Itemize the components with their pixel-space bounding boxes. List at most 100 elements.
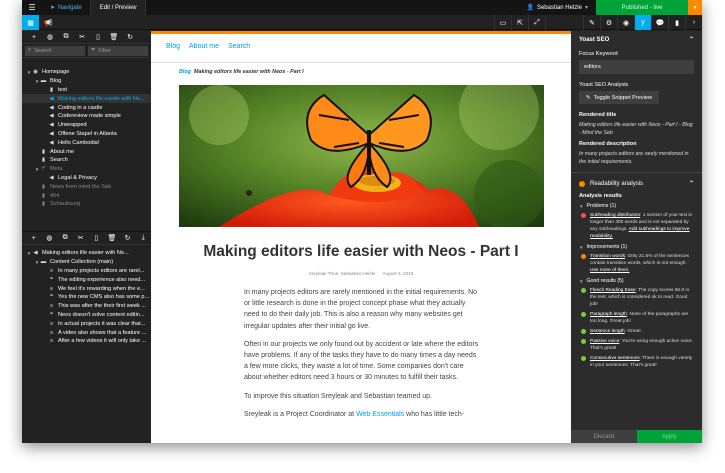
nav-link-about[interactable]: About me [189,43,219,50]
tree-node[interactable]: ❝ The editing experience also need... [22,275,151,284]
nav-link-search[interactable]: Search [228,43,250,50]
tree-node[interactable]: ≡ A video also shows that a feature ... [22,328,151,337]
paragraph[interactable]: In many projects editors are rarely ment… [244,287,480,332]
consecutive-sentences-link[interactable]: Consecutive sentences [590,356,640,361]
apply-button[interactable]: Apply [636,430,702,443]
tree-node[interactable]: ▮ News from mind the Seb [22,182,151,191]
analysis-item-improvement: Transition words: Only 21.6% of the sent… [571,253,702,274]
copy-icon[interactable]: ⧉ [58,33,74,41]
filter-select[interactable]: ⏷ Filter [88,45,148,56]
fullscreen-button[interactable]: ⤢ [528,15,545,30]
tree-node[interactable]: ▼ ◉ Homepage [22,68,151,77]
tree-node[interactable]: ◀ Codereview made simple [22,112,151,121]
tree-node[interactable]: ◀ Making editors life easier with Ne... [22,94,151,104]
sentence-length-link[interactable]: Sentence length [590,329,625,334]
paragraph[interactable]: To improve this situation Sreyleak and S… [244,391,480,402]
plus-icon[interactable]: + [26,34,42,41]
structure-tree-toggle[interactable]: ▦ [22,15,39,30]
tree-node[interactable]: ◀ Unwrapped [22,121,151,130]
tree-node[interactable]: ▮ 404 [22,191,151,200]
passive-voice-link[interactable]: Passive voice [590,339,619,344]
flesch-link[interactable]: Flesch Reading Ease [590,288,636,293]
hide-icon[interactable]: ◍ [42,33,58,41]
search-input[interactable]: ⌕ Search [25,45,85,56]
trash-icon[interactable]: 🗑 [104,234,120,242]
publish-button[interactable]: Published - live [596,0,688,15]
tree-node[interactable]: ▼ ↱ Meta [22,165,151,174]
hamburger-icon[interactable]: ☰ [22,0,42,15]
paste-icon[interactable]: ▯ [89,234,105,242]
content-tree-toggle[interactable]: 📢 [40,15,57,30]
tree-node[interactable]: ▮ Search [22,156,151,165]
article-body[interactable]: In many projects editors are rarely ment… [244,287,480,427]
tree-node[interactable]: ◀ Offene Stapel in Atlanta [22,130,151,139]
yoast-section-header[interactable]: Yoast SEO ⌃ [571,33,702,46]
tree-node-label: This was after the their first week ... [58,303,146,310]
navigate-button[interactable]: ➤ Navigate [42,0,90,15]
paragraph-text: Sreyleak is a Project Coordinator at [244,410,357,418]
discard-button[interactable]: Discard [571,430,637,443]
tree-node[interactable]: ▼ ▬ Content Collection (main) [22,258,151,267]
paste-icon[interactable]: ▯ [90,33,106,41]
focus-keyword-input[interactable]: editors [579,60,694,74]
tree-node[interactable]: ▼ ▬ Blog [22,77,151,86]
readability-header[interactable]: Readability analysis ⌃ [571,177,702,190]
refresh-icon[interactable]: ↻ [120,234,136,242]
tree-node[interactable]: ◀ Coding in a castle [22,103,151,112]
publish-dropdown-toggle[interactable]: ▾ [688,0,702,15]
paragraph[interactable]: Sreyleak is a Project Coordinator at Web… [244,409,480,420]
tree-node[interactable]: ▼ ◀ Making editors life easier with Ne... [22,249,151,258]
plus-icon[interactable]: + [26,235,42,242]
pencil-button[interactable]: ✎ [583,15,600,30]
rendered-title-value: Making editors life easier with Neos - P… [579,122,693,136]
edit-preview-button[interactable]: Edit / Preview [89,0,147,15]
collapse-inspector-button[interactable]: › [685,15,702,30]
refresh-icon[interactable]: ↻ [122,33,138,41]
tree-node-label: test [58,86,68,93]
user-menu[interactable]: 👤 Sebastian Helzle ▾ [526,4,596,12]
tree-node[interactable]: ❝ Yes the new CMS also has some p... [22,293,151,302]
subheading-link[interactable]: Subheading distribution [590,213,640,218]
analysis-label: Yoast SEO Analysis [579,82,629,88]
fix-link[interactable]: Use more of them. [590,268,629,273]
open-external-button[interactable]: ⇱ [511,15,528,30]
tree-node[interactable]: ≡ We feel it's rewarding when the e... [22,284,151,293]
secondary-toolbar: ▦ 📢 ▭ ⇱ ⤢ ✎ ⚙ ◉ y 💬 ▮ › [22,15,702,30]
article-title[interactable]: Making editors life easier with Neos - P… [151,243,571,261]
collapse-icon[interactable]: ⤓ [135,234,151,242]
edit-mode-button[interactable]: ▭ [494,15,511,30]
paragraph[interactable]: Often in our projects we only found out … [244,339,480,384]
tree-node[interactable]: ▮ Schaubourg [22,200,151,209]
seo-tab-button[interactable]: y [634,15,651,30]
transition-words-link[interactable]: Transition words [590,254,625,259]
settings-button[interactable]: ⚙ [600,15,617,30]
tree-node[interactable]: ▮ test [22,86,151,95]
nav-link-blog[interactable]: Blog [166,43,180,50]
improvements-toggle[interactable]: ▼ Improvements (1) [571,244,702,250]
good-results-toggle[interactable]: ▼ Good results (5) [571,278,702,284]
tree-node[interactable]: ◀ Hello Cambodia! [22,138,151,147]
tree-node[interactable]: ≡ In many projects editors are rarel... [22,267,151,276]
folder-icon: ▬ [40,259,47,266]
comments-button[interactable]: 💬 [651,15,668,30]
navigate-label: Navigate [58,4,82,11]
toggle-snippet-preview-button[interactable]: ✎ Toggle Snippet Preview [579,91,659,104]
tree-node[interactable]: ≡ In actual projects it was clear that... [22,319,151,328]
web-essentials-link[interactable]: Web Essentials [356,411,404,418]
hero-image-butterfly[interactable] [179,85,544,227]
hide-icon[interactable]: ◍ [42,234,58,242]
paragraph-length-link[interactable]: Paragraph length [590,312,627,317]
problems-toggle[interactable]: ▼ Problems (1) [571,203,702,209]
tree-node[interactable]: ≡ This was after the their first week ... [22,302,151,311]
cut-icon[interactable]: ✂ [73,234,89,242]
breadcrumb-link[interactable]: Blog [179,69,191,75]
copy-icon[interactable]: ⧉ [57,234,73,242]
trash-icon[interactable]: 🗑 [106,33,122,41]
cut-icon[interactable]: ✂ [74,33,90,41]
tree-node[interactable]: ❝ Neos doesn't solve content editin... [22,311,151,320]
tree-node[interactable]: ◀ Legal & Privacy [22,174,151,183]
globe-button[interactable]: ◉ [617,15,634,30]
tree-node[interactable]: ≡ After a few videos it will only take ..… [22,337,151,346]
analytics-button[interactable]: ▮ [668,15,685,30]
tree-node[interactable]: ▮ About me [22,147,151,156]
